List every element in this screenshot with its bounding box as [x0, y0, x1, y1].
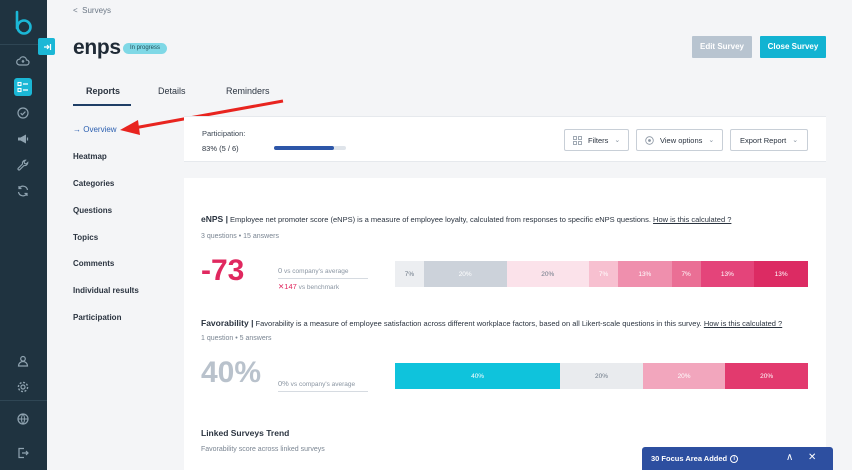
enps-segment-5[interactable]: 7% — [671, 261, 701, 287]
favorability-vs-company-value: 0% — [278, 379, 289, 388]
favorability-segment-0[interactable]: 40% — [395, 363, 561, 389]
check-circle-icon[interactable] — [14, 104, 32, 122]
focus-area-banner[interactable]: 30 Focus Area Added i ∧ ✕ — [642, 447, 833, 470]
enps-vs-benchmark-label: vs benchmark — [298, 284, 340, 291]
app-sidebar — [0, 0, 47, 470]
info-icon[interactable]: i — [730, 454, 739, 463]
filter-icon — [573, 135, 582, 145]
logout-icon[interactable] — [14, 444, 32, 462]
favorability-how-calculated-link[interactable]: How is this calculated ? — [704, 319, 782, 328]
enps-score: -73 — [201, 254, 245, 287]
favorability-meta: 1 question • 5 answers — [201, 335, 272, 342]
sync-icon[interactable] — [14, 182, 32, 200]
enps-vs-benchmark-value: ✕147 — [278, 282, 297, 291]
favorability-segment-2[interactable]: 20% — [642, 363, 726, 389]
export-report-button[interactable]: Export Report ⌄ — [730, 129, 809, 151]
enps-meta: 3 questions • 15 answers — [201, 233, 279, 240]
enps-segment-2[interactable]: 20% — [506, 261, 590, 287]
participation-label: Participation: — [202, 129, 246, 138]
nav-topics[interactable]: Topics — [73, 233, 98, 242]
settings-icon[interactable] — [14, 378, 32, 396]
favorability-score: 40% — [201, 356, 262, 389]
chevron-down-icon: ⌄ — [708, 137, 715, 144]
filters-button[interactable]: Filters ⌄ — [564, 129, 630, 151]
enps-heading: eNPS | Employee net promoter score (eNPS… — [201, 214, 731, 224]
participation-progress-fill — [274, 146, 334, 150]
enps-vs-benchmark: ✕147 vs benchmark — [278, 282, 339, 291]
enps-segment-6[interactable]: 13% — [700, 261, 755, 287]
back-chevron-icon: < — [73, 6, 78, 15]
edit-survey-button[interactable]: Edit Survey — [692, 36, 752, 58]
nav-overview-label: Overview — [83, 125, 117, 134]
collapse-sidebar-button[interactable] — [38, 38, 55, 55]
nav-heatmap[interactable]: Heatmap — [73, 152, 107, 161]
cloud-upload-icon[interactable] — [14, 52, 32, 70]
logo-icon[interactable] — [12, 10, 34, 36]
megaphone-icon[interactable] — [14, 130, 32, 148]
view-options-button[interactable]: View options ⌄ — [636, 129, 724, 151]
enps-segment-1[interactable]: 20% — [423, 261, 507, 287]
enps-segment-3[interactable]: 7% — [589, 261, 618, 287]
favorability-segment-1[interactable]: 20% — [560, 363, 643, 389]
enps-segment-0[interactable]: 7% — [395, 261, 424, 287]
trend-subtitle: Favorability score across linked surveys — [201, 446, 325, 453]
trend-title: Linked Surveys Trend — [201, 428, 290, 438]
page-title: enps — [73, 36, 121, 59]
close-icon[interactable]: ✕ — [808, 452, 816, 463]
close-survey-button[interactable]: Close Survey — [760, 36, 826, 58]
globe-icon[interactable] — [14, 410, 32, 428]
enps-segment-4[interactable]: 13% — [618, 261, 672, 287]
export-report-label: Export Report — [740, 135, 787, 145]
wrench-icon[interactable] — [14, 156, 32, 174]
tab-reports[interactable]: Reports — [86, 86, 120, 96]
participation-progress — [274, 146, 346, 150]
divider — [278, 278, 368, 279]
view-options-label: View options — [660, 135, 703, 145]
favorability-heading: Favorability | Favorability is a measure… — [201, 318, 782, 328]
nav-comments[interactable]: Comments — [73, 259, 114, 268]
enps-title: eNPS | — [201, 214, 228, 224]
enps-vs-company-label: vs company's average — [283, 268, 349, 275]
nav-participation[interactable]: Participation — [73, 313, 121, 322]
breadcrumb-surveys[interactable]: Surveys — [82, 6, 111, 15]
enps-description: Employee net promoter score (eNPS) is a … — [230, 215, 651, 224]
collapse-icon[interactable]: ∧ — [786, 452, 793, 463]
user-icon[interactable] — [14, 352, 32, 370]
favorability-distribution-bar[interactable]: 40% 20% 20% 20% — [395, 363, 808, 389]
filters-label: Filters — [588, 135, 609, 145]
favorability-vs-company: 0% vs company's average — [278, 379, 355, 388]
nav-overview[interactable]: → Overview — [73, 125, 117, 134]
tab-reminders[interactable]: Reminders — [226, 86, 270, 96]
nav-individual-results[interactable]: Individual results — [73, 286, 139, 295]
enps-vs-company-value: 0 — [278, 266, 283, 275]
nav-categories[interactable]: Categories — [73, 179, 114, 188]
breadcrumb[interactable]: < Surveys — [73, 6, 111, 15]
enps-distribution-bar[interactable]: 7% 20% 20% 7% 13% 7% 13% 13% — [395, 261, 808, 287]
enps-vs-company: 0 vs company's average — [278, 266, 348, 275]
enps-segment-7[interactable]: 13% — [754, 261, 808, 287]
report-card: eNPS | Employee net promoter score (eNPS… — [184, 178, 826, 470]
enps-how-calculated-link[interactable]: How is this calculated ? — [653, 215, 731, 224]
favorability-title: Favorability | — [201, 318, 254, 328]
favorability-description: Favorability is a measure of employee sa… — [255, 319, 702, 328]
status-badge: In progress — [123, 43, 168, 54]
chevron-down-icon: ⌄ — [792, 137, 799, 144]
survey-list-icon[interactable] — [14, 78, 32, 96]
collapse-arrow-icon — [43, 43, 51, 50]
chevron-down-icon: ⌄ — [614, 137, 621, 144]
divider — [278, 391, 368, 392]
participation-panel: Participation: 83% (5 / 6) Filters ⌄ Vie… — [184, 116, 826, 162]
favorability-segment-3[interactable]: 20% — [725, 363, 808, 389]
eye-icon — [645, 135, 654, 145]
participation-value: 83% (5 / 6) — [202, 144, 239, 153]
focus-area-label: 30 Focus Area Added — [651, 454, 728, 463]
trend-heading: Linked Surveys Trend — [201, 428, 289, 438]
active-tab-indicator — [73, 104, 131, 106]
arrow-right-icon: → — [73, 125, 81, 134]
nav-questions[interactable]: Questions — [73, 206, 112, 215]
favorability-vs-company-label: vs company's average — [290, 381, 356, 388]
tab-details[interactable]: Details — [158, 86, 186, 96]
